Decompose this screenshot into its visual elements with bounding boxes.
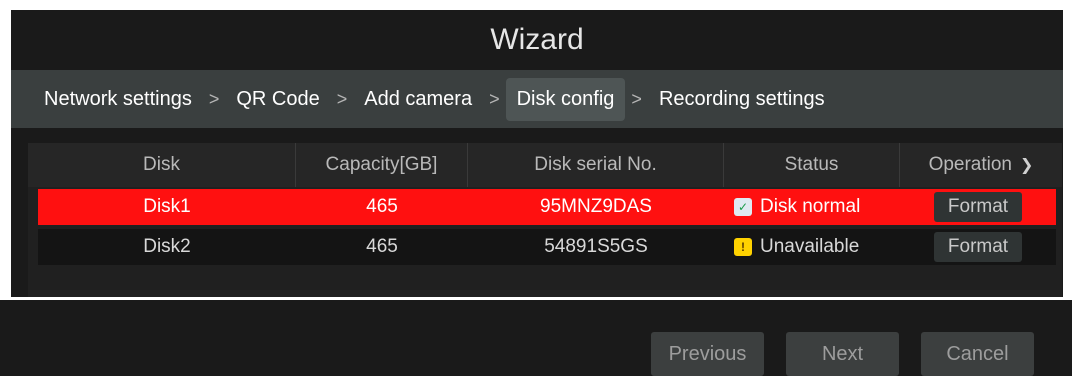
breadcrumb-network-settings[interactable]: Network settings <box>33 78 203 121</box>
status-text: Unavailable <box>760 236 860 257</box>
breadcrumb-separator: > <box>631 88 642 109</box>
warning-icon: ! <box>734 238 752 256</box>
previous-button[interactable]: Previous <box>651 332 764 376</box>
cell-serial: 54891S5GS <box>544 236 648 257</box>
header-serial[interactable]: Disk serial No. <box>468 143 724 187</box>
table-row[interactable]: Disk1 465 95MNZ9DAS ✓ Disk normal Format <box>38 189 1056 225</box>
cell-operation: Format <box>900 189 1056 225</box>
header-operation[interactable]: Operation ❯ <box>900 143 1062 187</box>
header-disk[interactable]: Disk <box>28 143 296 187</box>
breadcrumb-add-camera[interactable]: Add camera <box>353 78 483 121</box>
format-button[interactable]: Format <box>934 192 1022 222</box>
cell-disk: Disk2 <box>143 236 191 257</box>
cell-disk: Disk1 <box>143 196 191 217</box>
next-button[interactable]: Next <box>786 332 899 376</box>
breadcrumb: Network settings > QR Code > Add camera … <box>11 70 1063 128</box>
breadcrumb-separator: > <box>208 88 220 109</box>
breadcrumb-separator: > <box>489 88 500 109</box>
table-row[interactable]: Disk2 465 54891S5GS ! Unavailable Format <box>38 229 1056 265</box>
header-operation-label: Operation <box>928 154 1013 175</box>
chevron-down-icon[interactable]: ❯ <box>1020 155 1033 175</box>
cell-serial: 95MNZ9DAS <box>540 196 652 217</box>
format-button[interactable]: Format <box>934 232 1022 262</box>
header-status[interactable]: Status <box>724 143 900 187</box>
cancel-button[interactable]: Cancel <box>921 332 1034 376</box>
table-header: Disk Capacity[GB] Disk serial No. Status… <box>28 143 1062 187</box>
breadcrumb-separator: > <box>336 88 348 109</box>
status-text: Disk normal <box>760 196 861 217</box>
cell-capacity: 465 <box>366 196 398 217</box>
breadcrumb-qr-code[interactable]: QR Code <box>225 78 330 121</box>
check-icon: ✓ <box>734 198 752 216</box>
cell-status: ! Unavailable <box>724 229 900 265</box>
cell-capacity: 465 <box>366 236 398 257</box>
cell-operation: Format <box>900 229 1056 265</box>
breadcrumb-disk-config[interactable]: Disk config <box>505 77 626 121</box>
breadcrumb-recording-settings[interactable]: Recording settings <box>648 78 836 121</box>
cell-status: ✓ Disk normal <box>724 189 900 225</box>
wizard-footer <box>0 300 1072 376</box>
page-title: Wizard <box>490 22 584 56</box>
header-capacity[interactable]: Capacity[GB] <box>296 143 468 187</box>
disk-table: Disk Capacity[GB] Disk serial No. Status… <box>28 143 1062 297</box>
